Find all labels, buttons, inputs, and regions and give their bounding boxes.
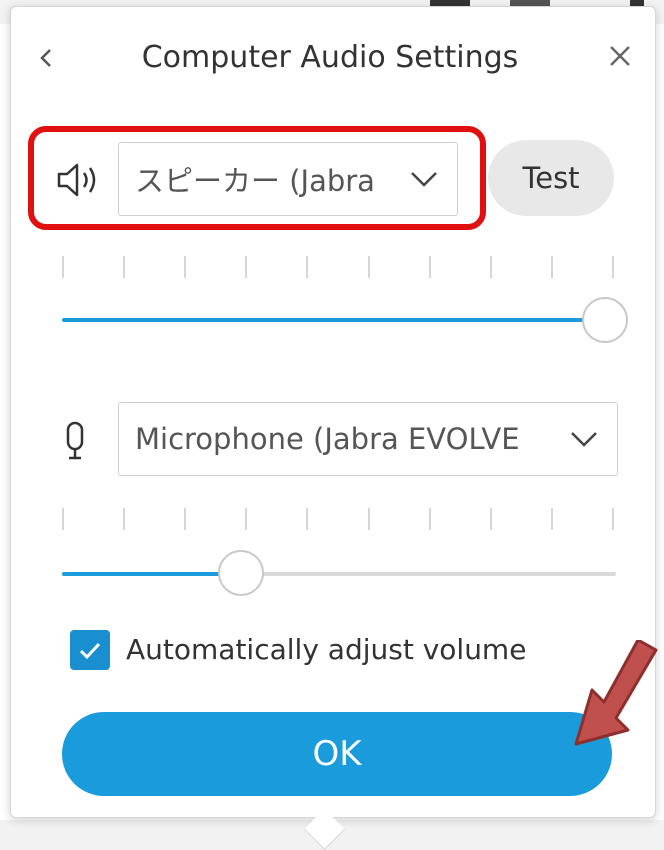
back-button[interactable] <box>33 40 59 76</box>
level-tick <box>490 508 492 530</box>
highlight-box <box>28 126 486 230</box>
chevron-left-icon <box>40 49 51 67</box>
level-tick <box>123 256 125 278</box>
level-tick <box>490 256 492 278</box>
chevron-down-icon <box>571 432 597 447</box>
level-tick <box>368 256 370 278</box>
level-tick <box>612 256 614 278</box>
level-tick <box>184 508 186 530</box>
level-tick <box>612 508 614 530</box>
level-tick <box>245 508 247 530</box>
microphone-device-select[interactable]: Microphone (Jabra EVOLVE <box>118 402 618 476</box>
level-tick <box>551 508 553 530</box>
level-tick <box>245 256 247 278</box>
level-tick <box>306 508 308 530</box>
microphone-volume-thumb[interactable] <box>218 550 264 596</box>
dialog-title: Computer Audio Settings <box>141 40 519 75</box>
level-tick <box>123 508 125 530</box>
level-tick <box>368 508 370 530</box>
speaker-level-meter <box>62 256 614 280</box>
close-icon <box>610 46 630 66</box>
level-tick <box>62 508 64 530</box>
level-tick <box>429 508 431 530</box>
level-tick <box>306 256 308 278</box>
annotation-arrow-icon <box>574 640 658 746</box>
auto-adjust-label: Automatically adjust volume <box>126 633 527 666</box>
test-speaker-button[interactable]: Test <box>488 140 614 216</box>
checkmark-icon <box>79 642 101 660</box>
close-button[interactable] <box>604 40 636 72</box>
speaker-volume-track[interactable] <box>62 318 602 322</box>
microphone-level-meter <box>62 508 614 532</box>
microphone-volume-fill <box>62 572 222 576</box>
microphone-device-value: Microphone (Jabra EVOLVE <box>135 422 520 456</box>
ok-button[interactable]: OK <box>62 712 612 796</box>
microphone-icon <box>66 421 84 460</box>
level-tick <box>551 256 553 278</box>
level-tick <box>429 256 431 278</box>
speaker-volume-thumb[interactable] <box>582 297 628 343</box>
level-tick <box>62 256 64 278</box>
level-tick <box>184 256 186 278</box>
auto-adjust-checkbox[interactable] <box>70 630 110 670</box>
